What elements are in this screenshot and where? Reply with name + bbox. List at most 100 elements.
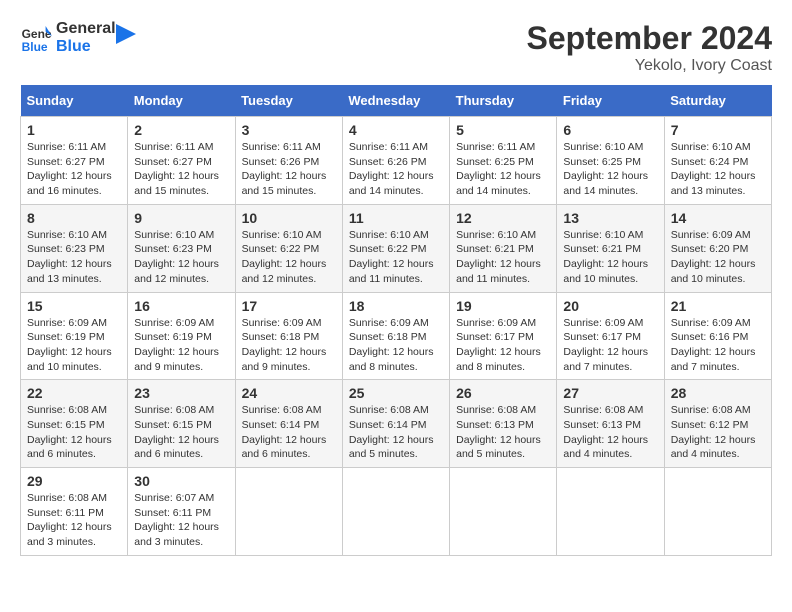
calendar-day-header: Thursday: [450, 85, 557, 117]
calendar-cell: 24 Sunrise: 6:08 AM Sunset: 6:14 PM Dayli…: [235, 380, 342, 468]
calendar-table: SundayMondayTuesdayWednesdayThursdayFrid…: [20, 85, 772, 556]
calendar-cell: 4 Sunrise: 6:11 AM Sunset: 6:26 PM Daylig…: [342, 117, 449, 205]
calendar-cell: [235, 468, 342, 556]
day-number: 12: [456, 210, 550, 226]
day-number: 13: [563, 210, 657, 226]
day-number: 21: [671, 298, 765, 314]
calendar-week-row: 8 Sunrise: 6:10 AM Sunset: 6:23 PM Daylig…: [21, 204, 772, 292]
calendar-week-row: 22Sunrise: 6:08 AM Sunset: 6:15 PM Dayli…: [21, 380, 772, 468]
day-info: Sunrise: 6:09 AM Sunset: 6:18 PM Dayligh…: [349, 316, 443, 375]
calendar-day-header: Tuesday: [235, 85, 342, 117]
day-number: 28: [671, 385, 765, 401]
calendar-cell: 6Sunrise: 6:10 AM Sunset: 6:25 PM Daylig…: [557, 117, 664, 205]
day-number: 6: [563, 122, 657, 138]
calendar-cell: 29 Sunrise: 6:08 AM Sunset: 6:11 PM Dayli…: [21, 468, 128, 556]
day-info: Sunrise: 6:08 AM Sunset: 6:13 PM Dayligh…: [456, 403, 550, 462]
main-title: September 2024: [527, 20, 772, 57]
calendar-cell: 30 Sunrise: 6:07 AM Sunset: 6:11 PM Dayli…: [128, 468, 235, 556]
day-info: Sunrise: 6:11 AM Sunset: 6:26 PM Dayligh…: [349, 140, 443, 199]
day-info: Sunrise: 6:08 AM Sunset: 6:11 PM Dayligh…: [27, 491, 121, 550]
calendar-cell: 28Sunrise: 6:08 AM Sunset: 6:12 PM Dayli…: [664, 380, 771, 468]
day-info: Sunrise: 6:10 AM Sunset: 6:22 PM Dayligh…: [349, 228, 443, 287]
calendar-cell: 20Sunrise: 6:09 AM Sunset: 6:17 PM Dayli…: [557, 292, 664, 380]
day-info: Sunrise: 6:07 AM Sunset: 6:11 PM Dayligh…: [134, 491, 228, 550]
day-info: Sunrise: 6:11 AM Sunset: 6:25 PM Dayligh…: [456, 140, 550, 199]
calendar-week-row: 15 Sunrise: 6:09 AM Sunset: 6:19 PM Dayli…: [21, 292, 772, 380]
day-info: Sunrise: 6:08 AM Sunset: 6:13 PM Dayligh…: [563, 403, 657, 462]
calendar-day-header: Friday: [557, 85, 664, 117]
svg-text:Blue: Blue: [22, 40, 48, 54]
calendar-cell: 8 Sunrise: 6:10 AM Sunset: 6:23 PM Daylig…: [21, 204, 128, 292]
day-number: 3: [242, 122, 336, 138]
day-number: 14: [671, 210, 765, 226]
calendar-cell: 12 Sunrise: 6:10 AM Sunset: 6:21 PM Dayli…: [450, 204, 557, 292]
calendar-day-header: Sunday: [21, 85, 128, 117]
day-info: Sunrise: 6:08 AM Sunset: 6:14 PM Dayligh…: [242, 403, 336, 462]
calendar-day-header: Wednesday: [342, 85, 449, 117]
logo-general: General: [56, 20, 116, 38]
calendar-cell: [557, 468, 664, 556]
day-info: Sunrise: 6:10 AM Sunset: 6:24 PM Dayligh…: [671, 140, 765, 199]
calendar-cell: 9Sunrise: 6:10 AM Sunset: 6:23 PM Daylig…: [128, 204, 235, 292]
calendar-cell: 1 Sunrise: 6:11 AM Sunset: 6:27 PM Daylig…: [21, 117, 128, 205]
day-info: Sunrise: 6:09 AM Sunset: 6:17 PM Dayligh…: [563, 316, 657, 375]
day-number: 16: [134, 298, 228, 314]
calendar-cell: [450, 468, 557, 556]
logo: General Blue General Blue: [20, 20, 136, 56]
day-number: 25: [349, 385, 443, 401]
logo-icon: General Blue: [20, 22, 52, 54]
calendar-cell: 25 Sunrise: 6:08 AM Sunset: 6:14 PM Dayli…: [342, 380, 449, 468]
day-info: Sunrise: 6:10 AM Sunset: 6:21 PM Dayligh…: [563, 228, 657, 287]
calendar-week-row: 29 Sunrise: 6:08 AM Sunset: 6:11 PM Dayli…: [21, 468, 772, 556]
day-info: Sunrise: 6:09 AM Sunset: 6:19 PM Dayligh…: [27, 316, 121, 375]
subtitle: Yekolo, Ivory Coast: [527, 57, 772, 75]
calendar-cell: 15 Sunrise: 6:09 AM Sunset: 6:19 PM Dayli…: [21, 292, 128, 380]
day-number: 1: [27, 122, 121, 138]
day-number: 10: [242, 210, 336, 226]
calendar-cell: [342, 468, 449, 556]
calendar-cell: 7 Sunrise: 6:10 AM Sunset: 6:24 PM Daylig…: [664, 117, 771, 205]
day-number: 29: [27, 473, 121, 489]
day-number: 22: [27, 385, 121, 401]
calendar-cell: 21Sunrise: 6:09 AM Sunset: 6:16 PM Dayli…: [664, 292, 771, 380]
day-info: Sunrise: 6:08 AM Sunset: 6:14 PM Dayligh…: [349, 403, 443, 462]
day-number: 4: [349, 122, 443, 138]
calendar-cell: 14Sunrise: 6:09 AM Sunset: 6:20 PM Dayli…: [664, 204, 771, 292]
calendar-cell: 11 Sunrise: 6:10 AM Sunset: 6:22 PM Dayli…: [342, 204, 449, 292]
day-number: 26: [456, 385, 550, 401]
day-info: Sunrise: 6:09 AM Sunset: 6:17 PM Dayligh…: [456, 316, 550, 375]
day-info: Sunrise: 6:10 AM Sunset: 6:21 PM Dayligh…: [456, 228, 550, 287]
day-info: Sunrise: 6:10 AM Sunset: 6:23 PM Dayligh…: [134, 228, 228, 287]
day-info: Sunrise: 6:10 AM Sunset: 6:23 PM Dayligh…: [27, 228, 121, 287]
day-number: 18: [349, 298, 443, 314]
calendar-cell: 18 Sunrise: 6:09 AM Sunset: 6:18 PM Dayli…: [342, 292, 449, 380]
logo-blue: Blue: [56, 38, 116, 56]
day-number: 27: [563, 385, 657, 401]
day-info: Sunrise: 6:11 AM Sunset: 6:26 PM Dayligh…: [242, 140, 336, 199]
calendar-day-header: Monday: [128, 85, 235, 117]
calendar-cell: 2 Sunrise: 6:11 AM Sunset: 6:27 PM Daylig…: [128, 117, 235, 205]
day-info: Sunrise: 6:09 AM Sunset: 6:18 PM Dayligh…: [242, 316, 336, 375]
calendar-cell: 10Sunrise: 6:10 AM Sunset: 6:22 PM Dayli…: [235, 204, 342, 292]
day-number: 2: [134, 122, 228, 138]
day-number: 11: [349, 210, 443, 226]
day-number: 24: [242, 385, 336, 401]
calendar-header-row: SundayMondayTuesdayWednesdayThursdayFrid…: [21, 85, 772, 117]
title-section: September 2024 Yekolo, Ivory Coast: [527, 20, 772, 75]
day-number: 15: [27, 298, 121, 314]
day-number: 7: [671, 122, 765, 138]
calendar-cell: 5Sunrise: 6:11 AM Sunset: 6:25 PM Daylig…: [450, 117, 557, 205]
calendar-cell: 26 Sunrise: 6:08 AM Sunset: 6:13 PM Dayli…: [450, 380, 557, 468]
day-number: 17: [242, 298, 336, 314]
page-container: General Blue General Blue September 2024…: [20, 20, 772, 556]
header: General Blue General Blue September 2024…: [20, 20, 772, 75]
calendar-cell: 16 Sunrise: 6:09 AM Sunset: 6:19 PM Dayli…: [128, 292, 235, 380]
day-info: Sunrise: 6:09 AM Sunset: 6:19 PM Dayligh…: [134, 316, 228, 375]
day-number: 30: [134, 473, 228, 489]
day-info: Sunrise: 6:11 AM Sunset: 6:27 PM Dayligh…: [134, 140, 228, 199]
calendar-cell: 19Sunrise: 6:09 AM Sunset: 6:17 PM Dayli…: [450, 292, 557, 380]
logo-arrow-icon: [116, 19, 136, 49]
calendar-week-row: 1 Sunrise: 6:11 AM Sunset: 6:27 PM Daylig…: [21, 117, 772, 205]
day-number: 8: [27, 210, 121, 226]
day-info: Sunrise: 6:11 AM Sunset: 6:27 PM Dayligh…: [27, 140, 121, 199]
